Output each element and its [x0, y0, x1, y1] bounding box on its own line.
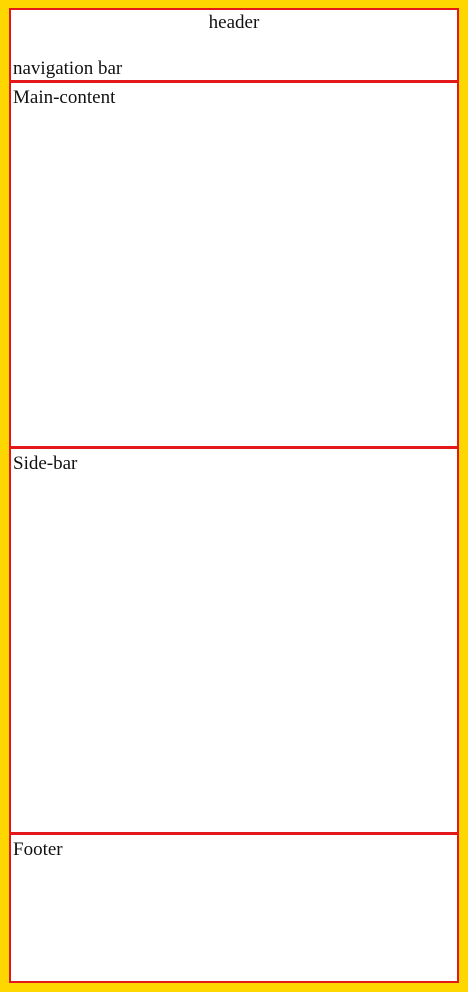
main-content-label: Main-content	[13, 87, 116, 108]
header-title: header	[208, 12, 260, 33]
header-section: header navigation bar	[11, 10, 457, 81]
footer-label: Footer	[13, 839, 63, 860]
layout-frame: header navigation bar Main-content Side-…	[9, 8, 459, 983]
navigation-bar: navigation bar	[13, 58, 123, 79]
footer-section: Footer	[11, 835, 457, 981]
sidebar-label: Side-bar	[13, 453, 78, 474]
main-content-section: Main-content	[11, 83, 457, 446]
sidebar-section: Side-bar	[11, 449, 457, 832]
